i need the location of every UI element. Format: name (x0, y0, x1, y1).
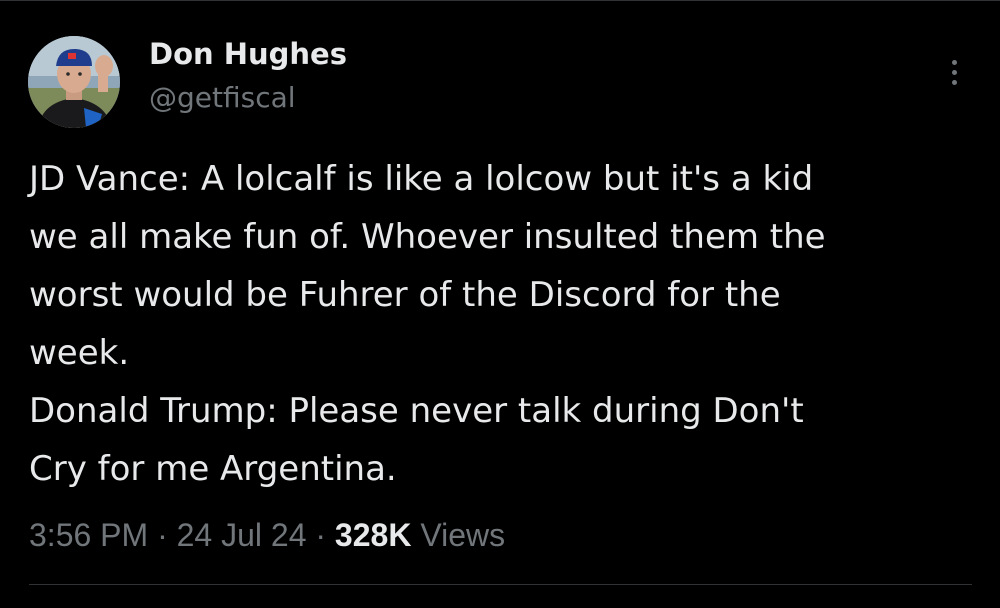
tweet-time[interactable]: 3:56 PM (29, 517, 148, 553)
bottom-divider (29, 584, 972, 585)
display-name[interactable]: Don Hughes (149, 36, 347, 72)
profile-photo-icon (28, 36, 120, 128)
tweet-text-line: JD Vance: A lolcalf is like a lolcow but… (29, 159, 814, 199)
more-options-button[interactable] (938, 52, 970, 92)
more-vertical-icon-dot (951, 79, 957, 85)
avatar[interactable] (28, 36, 120, 128)
tweet-card: Don Hughes @getfiscal JD Vance: A lolcal… (0, 0, 1000, 608)
more-vertical-icon-dot (951, 69, 957, 75)
tweet-text: JD Vance: A lolcalf is like a lolcow but… (29, 150, 979, 498)
views-count[interactable]: 328K (335, 517, 412, 553)
tweet-date[interactable]: 24 Jul 24 (177, 517, 307, 553)
tweet-text-line: Donald Trump: Please never talk during D… (29, 391, 804, 431)
tweet-text-line: we all make fun of. Whoever insulted the… (29, 217, 826, 257)
views-label: Views (420, 517, 506, 553)
meta-separator: · (148, 517, 177, 553)
meta-separator: · (306, 517, 335, 553)
tweet-text-line: week. (29, 333, 130, 373)
tweet-text-line: worst would be Fuhrer of the Discord for… (29, 275, 781, 315)
top-divider (0, 0, 1000, 1)
user-handle[interactable]: @getfiscal (149, 80, 296, 116)
tweet-meta: 3:56 PM · 24 Jul 24 · 328K Views (29, 512, 505, 558)
more-vertical-icon (951, 59, 957, 65)
tweet-text-line: Cry for me Argentina. (29, 449, 397, 489)
